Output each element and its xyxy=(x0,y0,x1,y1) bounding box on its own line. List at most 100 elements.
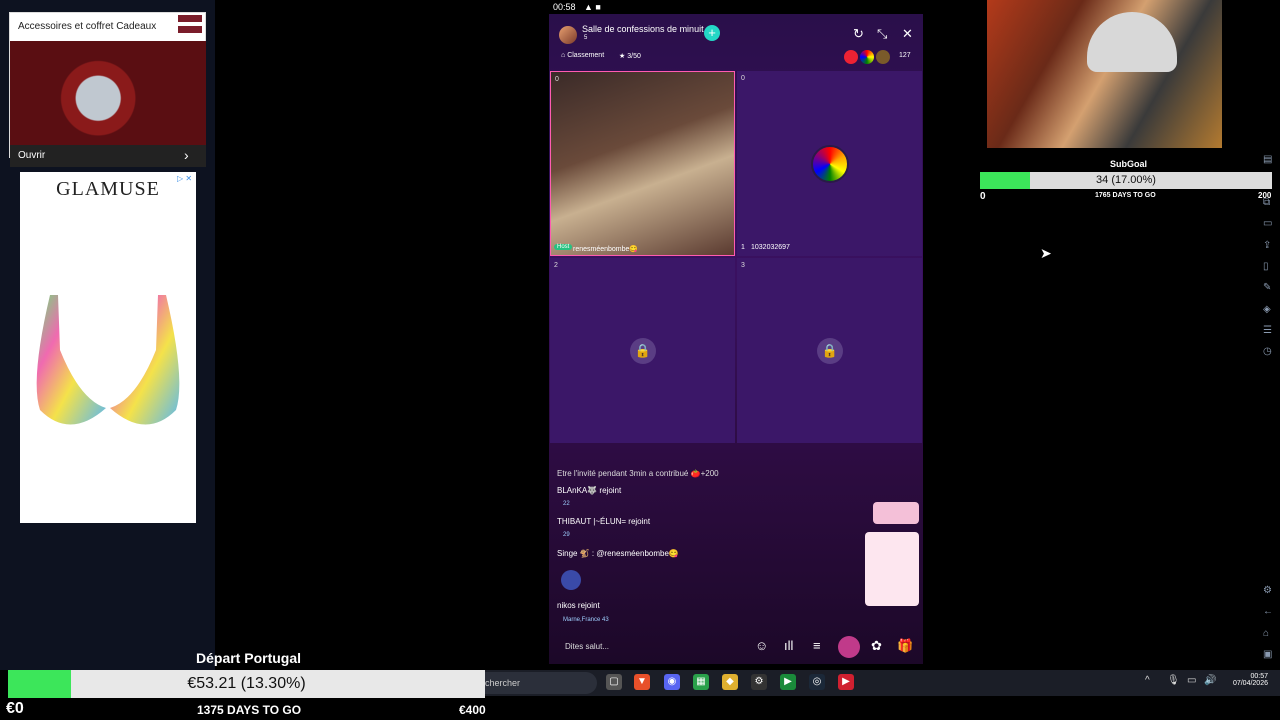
subgoal-value: 34 (17.00%) xyxy=(1096,174,1156,186)
ad-gift-accessories[interactable]: Accessoires et coffret Cadeaux Ouvrir › xyxy=(9,12,206,167)
layers-icon[interactable]: ☰ xyxy=(1263,325,1272,336)
game-launcher-icon[interactable]: ▶ xyxy=(780,674,796,690)
viewer-avatar[interactable] xyxy=(860,50,874,64)
event-card[interactable] xyxy=(865,532,919,606)
gear-icon[interactable]: ⚙ xyxy=(1263,585,1272,596)
seat-num: 0 xyxy=(555,76,559,83)
seat-count: ★ 3/50 xyxy=(619,53,641,60)
youtube-icon[interactable]: ▶ xyxy=(838,674,854,690)
lock-icon: 🔒 xyxy=(630,338,656,364)
gift-icon[interactable]: 🎁 xyxy=(897,638,913,654)
chat-sub: Marne,France 43 xyxy=(563,617,609,623)
seat-num: 0 xyxy=(741,75,745,82)
volume-icon[interactable]: 🔊 xyxy=(1204,675,1216,686)
mouse-cursor-icon: ➤ xyxy=(1040,245,1052,261)
teapot-image xyxy=(10,41,206,145)
chat-message: THIBAUT |~ÉLUN= rejoint xyxy=(557,517,651,526)
live-room: Salle de confessions de minuit 5 + ↻ ⤡ ✕… xyxy=(549,14,923,664)
ad2-brand: GLAMUSE xyxy=(56,178,160,200)
upload-icon[interactable]: ⇪ xyxy=(1263,240,1271,251)
chat-message: Etre l'invité pendant 3min a contribué 🍅… xyxy=(557,469,719,478)
taskbar-search[interactable]: chercher xyxy=(485,672,597,694)
chat-input[interactable]: Dites salut... xyxy=(565,642,609,651)
lock-icon: 🔒 xyxy=(817,338,843,364)
subgoal-title: SubGoal xyxy=(1110,159,1148,169)
subgoal-min: 0 xyxy=(980,191,986,202)
taskbar-clock[interactable]: 00:57 07/04/2026 xyxy=(1226,673,1268,687)
brave-icon[interactable]: ▼ xyxy=(634,674,650,690)
copy-icon[interactable]: ⧉ xyxy=(1263,197,1270,208)
back-icon[interactable]: ← xyxy=(1263,606,1273,617)
files-icon[interactable]: ◆ xyxy=(722,674,738,690)
menu-icon[interactable]: ≡ xyxy=(813,638,821,653)
share-icon[interactable]: ↻ xyxy=(853,26,864,42)
settings-app-icon[interactable]: ⚙ xyxy=(751,674,767,690)
taskbar xyxy=(485,670,1280,696)
chat-sub: 22 xyxy=(563,501,570,507)
bomb-icon xyxy=(561,570,581,590)
status-time: 00:58 xyxy=(553,2,576,12)
viewer-avatar[interactable] xyxy=(876,50,890,64)
ranking-label: Classement xyxy=(567,52,605,59)
folder-icon[interactable]: ▭ xyxy=(1263,218,1272,229)
donation-min: €0 xyxy=(6,700,24,717)
phone-status-bar: 00:58 ▲ ■ xyxy=(549,0,923,14)
close-icon[interactable]: ✕ xyxy=(902,26,913,42)
audio-icon[interactable]: ıll xyxy=(784,638,793,653)
user-avatar[interactable] xyxy=(811,145,849,183)
ad-choices-icon[interactable]: ▷ ✕ xyxy=(177,174,192,183)
seat-1[interactable]: 0 1 1032032697 xyxy=(737,71,922,256)
ad-glamuse[interactable]: GLAMUSE ▷ ✕ xyxy=(20,172,196,523)
edit-icon[interactable]: ✎ xyxy=(1263,282,1271,293)
task-view-icon[interactable]: ▢ xyxy=(606,674,622,690)
ad1-logo xyxy=(178,15,202,39)
rose-icon[interactable]: ✿ xyxy=(871,638,882,654)
network-icon[interactable]: ▭ xyxy=(1187,675,1196,686)
donation-bar: €53.21 (13.30%) xyxy=(8,670,485,698)
dock-icon[interactable]: ▤ xyxy=(1263,154,1272,165)
clock-time: 00:57 xyxy=(1250,673,1268,680)
follow-button[interactable]: + xyxy=(704,25,720,41)
minimize-icon[interactable]: ⤡ xyxy=(877,26,887,42)
viewer-count[interactable]: 127 xyxy=(899,52,911,59)
ad1-open-button[interactable]: Ouvrir xyxy=(18,150,45,161)
steam-icon[interactable]: ◎ xyxy=(809,674,825,690)
seat-host[interactable]: 0 Host renesméenbombe😋 xyxy=(550,71,735,256)
spreadsheet-icon[interactable]: ▦ xyxy=(693,674,709,690)
emoji-icon[interactable]: ☺ xyxy=(755,638,768,653)
gift-banner[interactable] xyxy=(873,502,919,524)
host-badge: Host xyxy=(554,244,573,250)
tray-chevron-icon[interactable]: ^ xyxy=(1145,675,1150,686)
subgoal-days: 1765 DAYS TO GO xyxy=(1095,192,1156,199)
donation-value: €53.21 (13.30%) xyxy=(187,675,306,692)
mic-icon[interactable]: 🎙 xyxy=(1167,675,1180,686)
seat-3[interactable]: 3 🔒 xyxy=(737,258,922,443)
clock-date: 07/04/2026 xyxy=(1232,680,1268,687)
viewer-avatar[interactable] xyxy=(844,50,858,64)
chevron-right-icon[interactable]: › xyxy=(184,147,189,163)
donation-title: Départ Portugal xyxy=(196,650,302,666)
seat-num: 3 xyxy=(741,262,745,269)
seat-num: 2 xyxy=(554,262,558,269)
shield-icon[interactable]: ◈ xyxy=(1263,304,1271,315)
room-sub: 5 xyxy=(584,35,588,41)
seat-2[interactable]: 2 🔒 xyxy=(550,258,735,443)
seat-count-value: 3/50 xyxy=(627,53,641,60)
seat-name: renesméenbombe😋 xyxy=(573,246,639,253)
game-icon[interactable] xyxy=(838,636,860,658)
discord-icon[interactable]: ◉ xyxy=(664,674,680,690)
room-avatar[interactable] xyxy=(559,26,577,44)
ranking-link[interactable]: ⌂ Classement xyxy=(561,52,604,59)
search-placeholder: chercher xyxy=(485,678,521,688)
history-icon[interactable]: ◷ xyxy=(1263,346,1272,357)
ad1-title: Accessoires et coffret Cadeaux xyxy=(18,21,157,32)
window-icon[interactable]: ▣ xyxy=(1263,649,1272,660)
chat-message: nikos rejoint xyxy=(557,601,600,610)
donation-max: €400 xyxy=(459,703,486,717)
donation-days: 1375 DAYS TO GO xyxy=(197,703,302,717)
page-icon[interactable]: ▯ xyxy=(1263,261,1269,272)
streamer-cap xyxy=(1087,12,1177,72)
chat-sub: 29 xyxy=(563,532,570,538)
home-icon[interactable]: ⌂ xyxy=(1263,628,1269,639)
seat-index: 1 xyxy=(741,244,745,251)
